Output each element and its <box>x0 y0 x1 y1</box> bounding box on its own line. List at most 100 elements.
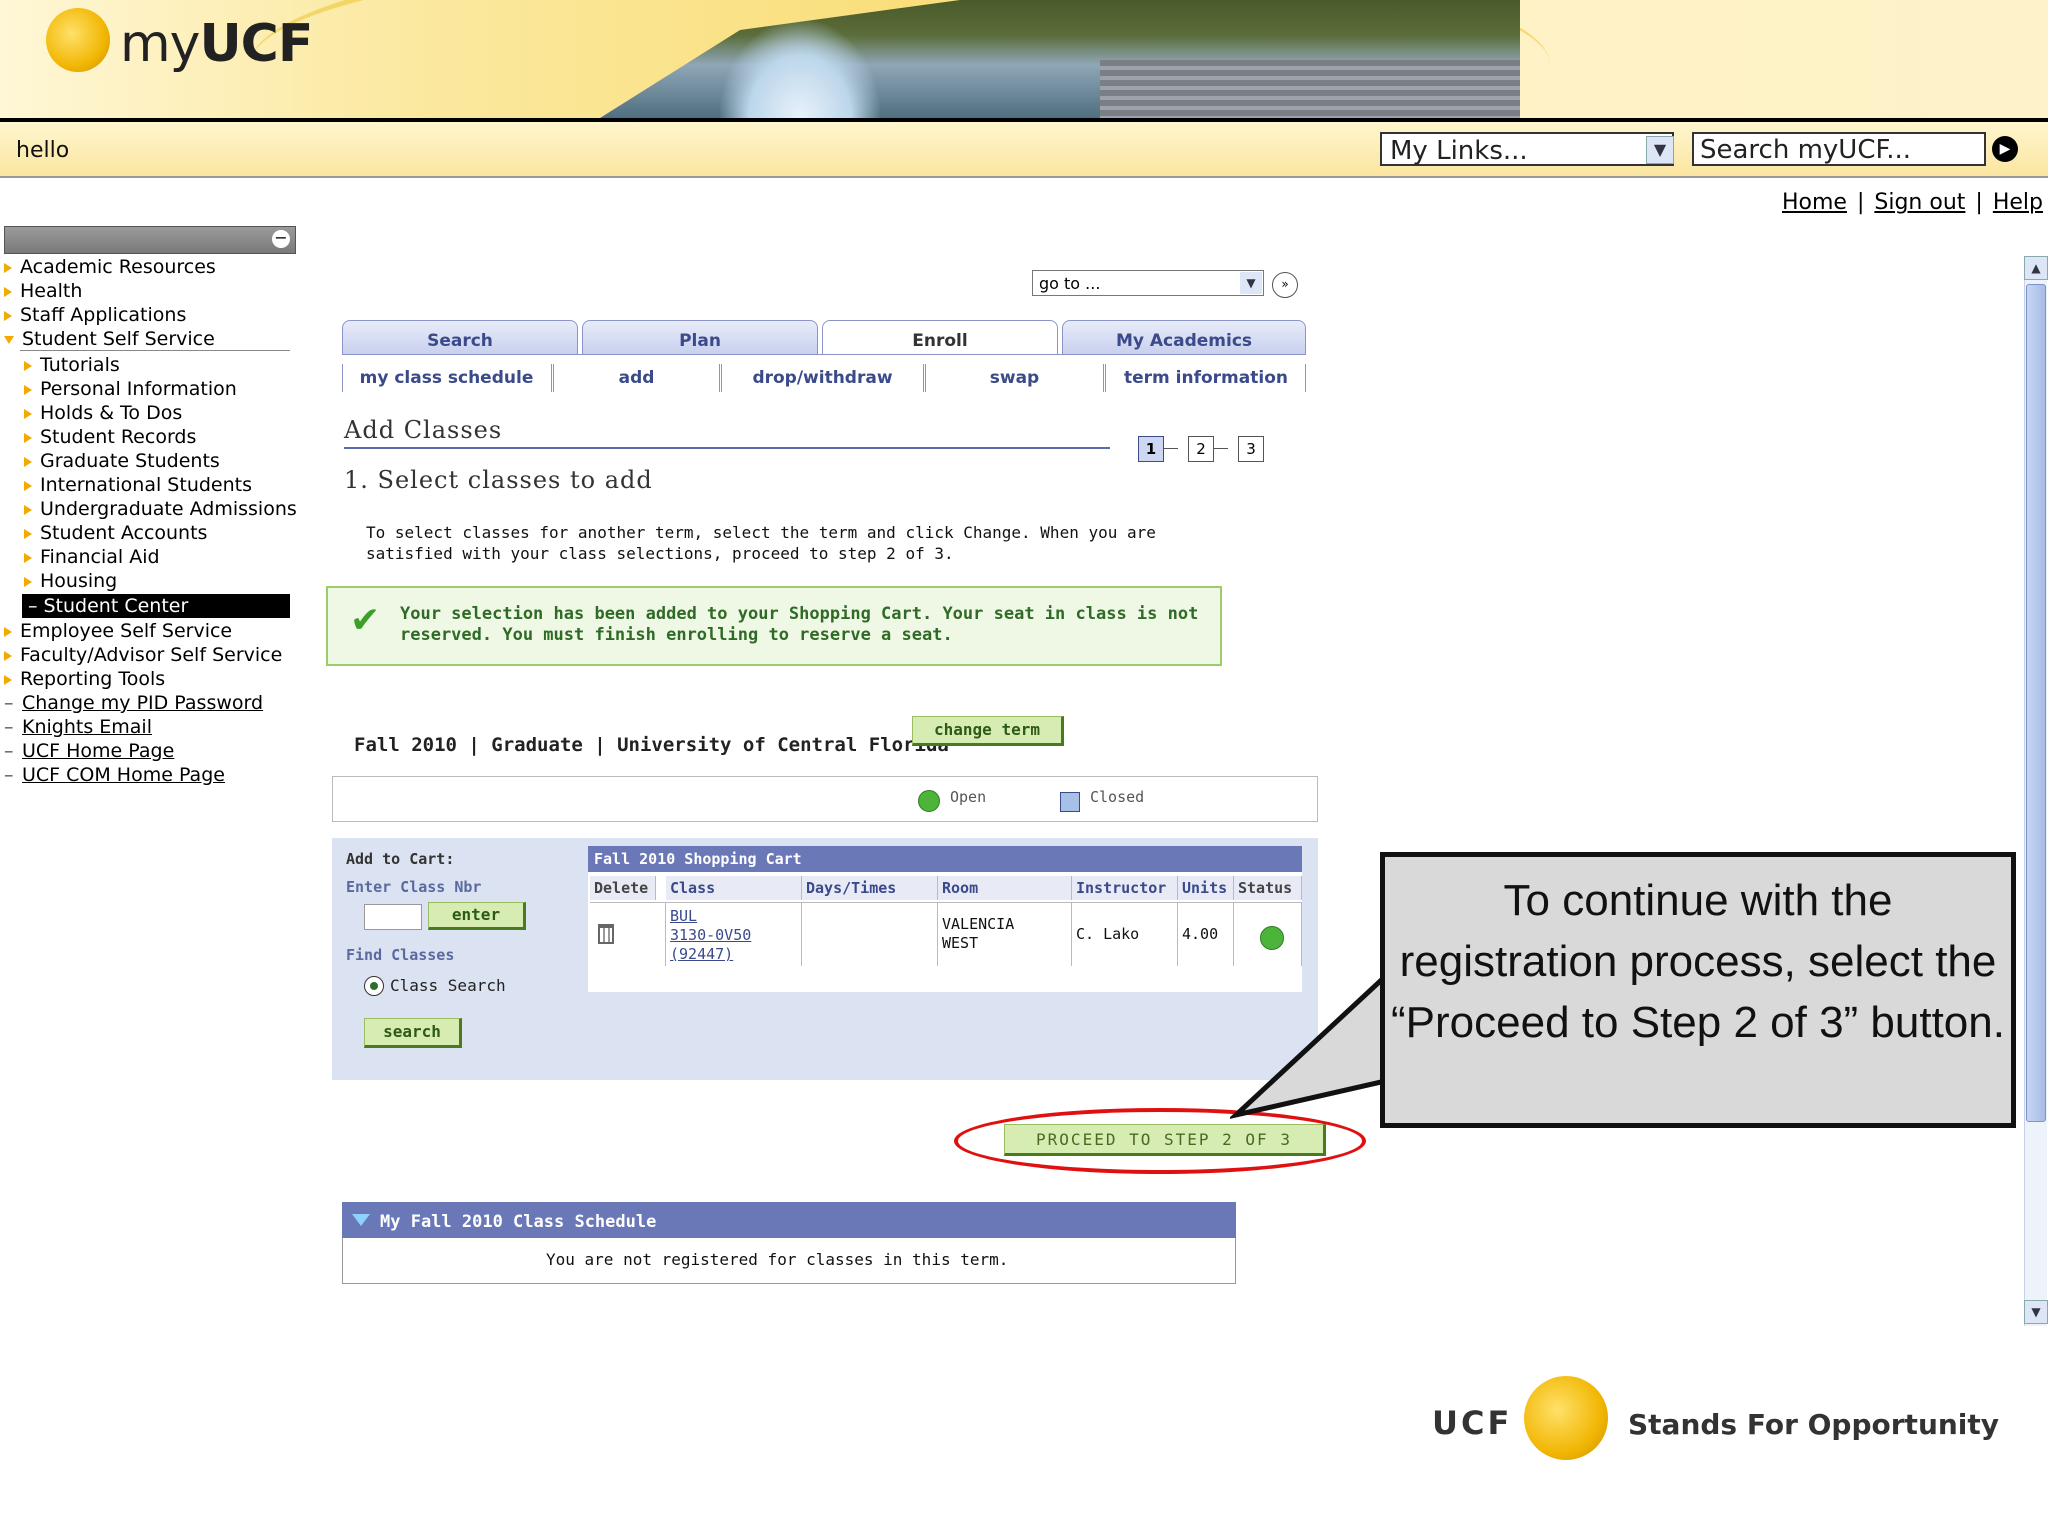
sidebar-item-label: Student Center <box>43 595 189 617</box>
goto-go-icon[interactable]: » <box>1272 272 1298 298</box>
sidebar-item-knights-email[interactable]: – Knights Email <box>4 716 152 738</box>
home-link[interactable]: Home <box>1782 190 1847 215</box>
sidebar-item-academic-resources[interactable]: Academic Resources <box>4 256 216 278</box>
chevron-down-icon[interactable]: ▼ <box>1240 272 1262 294</box>
site-logo[interactable]: myUCF <box>120 14 313 74</box>
legend-open-label: Open <box>950 788 987 806</box>
sidebar-item-change-my-pid-password[interactable]: – Change my PID Password <box>4 692 263 714</box>
sidebar-item-ucf-com-home-page[interactable]: – UCF COM Home Page <box>4 764 225 786</box>
sidebar-item-health[interactable]: Health <box>4 280 82 302</box>
column-header-days-times[interactable]: Days/Times <box>802 876 938 900</box>
column-header-units[interactable]: Units <box>1178 876 1234 900</box>
sidebar-item-label: Health <box>20 280 83 302</box>
sidebar-item-student-records[interactable]: Student Records <box>24 426 196 448</box>
table-cell-class[interactable]: BUL 3130-0V50 (92447) <box>666 902 802 966</box>
footer-ucf-wordmark: UCF <box>1432 1404 1513 1442</box>
class-schedule-message: You are not registered for classes in th… <box>546 1250 1009 1269</box>
sidebar-item-undergraduate-admissions[interactable]: Undergraduate Admissions <box>24 498 297 520</box>
sidebar-item-student-self-service[interactable]: Student Self Service <box>4 328 215 350</box>
column-header-instructor[interactable]: Instructor <box>1072 876 1178 900</box>
chevron-down-icon[interactable]: ▼ <box>1646 136 1674 164</box>
sidebar-item-holds-to-dos[interactable]: Holds & To Dos <box>24 402 182 424</box>
footer-slogan: Stands For Opportunity <box>1628 1408 2000 1441</box>
sidebar-item-financial-aid[interactable]: Financial Aid <box>24 546 160 568</box>
table-cell-instructor: C. Lako <box>1072 902 1178 966</box>
column-header-class[interactable]: Class <box>666 876 802 900</box>
sidebar-item-ucf-home-page[interactable]: – UCF Home Page <box>4 740 174 762</box>
search-input[interactable]: Search myUCF... <box>1692 132 1986 166</box>
step-title: 1. Select classes to add <box>344 466 653 494</box>
folder-arrow-icon <box>24 432 32 443</box>
step-indicator-2: 2 <box>1188 436 1214 462</box>
sidebar-item-international-students[interactable]: International Students <box>24 474 252 496</box>
folder-arrow-icon <box>4 286 12 297</box>
pegasus-logo-icon <box>46 8 110 72</box>
table-cell-room: VALENCIA WEST <box>938 902 1072 966</box>
sidebar-item-faculty-advisor-self-service[interactable]: Faculty/Advisor Self Service <box>4 644 282 666</box>
sidebar-item-label[interactable]: Knights Email <box>22 716 152 738</box>
sidebar-item-label: Undergraduate Admissions <box>40 498 297 520</box>
folder-arrow-icon <box>24 552 32 563</box>
sidebar-item-tutorials[interactable]: Tutorials <box>24 354 120 376</box>
collapse-triangle-icon[interactable] <box>352 1214 370 1226</box>
sidebar-item-staff-applications[interactable]: Staff Applications <box>4 304 186 326</box>
sidebar-item-label[interactable]: UCF COM Home Page <box>22 764 225 786</box>
subtab-drop-withdraw[interactable]: drop/withdraw <box>722 364 926 392</box>
sidebar-item-label: Holds & To Dos <box>40 402 183 424</box>
sidebar-item-housing[interactable]: Housing <box>24 570 117 592</box>
sidebar-item-label: Staff Applications <box>20 304 187 326</box>
tab-my-academics[interactable]: My Academics <box>1062 320 1306 354</box>
subtab-add[interactable]: add <box>554 364 722 392</box>
tab-plan[interactable]: Plan <box>582 320 818 354</box>
trash-icon[interactable] <box>598 924 614 944</box>
search-button[interactable]: search <box>364 1018 462 1048</box>
folder-arrow-icon <box>24 528 32 539</box>
link-dash-icon: – <box>4 716 14 738</box>
scroll-down-icon[interactable]: ▼ <box>2024 1300 2048 1324</box>
my-links-select[interactable]: My Links... <box>1380 132 1674 166</box>
sidebar-item-label[interactable]: UCF Home Page <box>22 740 174 762</box>
sidebar-item-label[interactable]: Change my PID Password <box>22 692 263 714</box>
sidebar-item-label: Reporting Tools <box>20 668 166 690</box>
callout-pointer <box>1230 966 1394 1119</box>
enter-button[interactable]: enter <box>428 902 526 930</box>
tab-search[interactable]: Search <box>342 320 578 354</box>
subtab-swap[interactable]: swap <box>926 364 1106 392</box>
sidebar-item-personal-information[interactable]: Personal Information <box>24 378 237 400</box>
folder-arrow-icon <box>24 504 32 515</box>
success-message: Your selection has been added to your Sh… <box>400 604 1199 645</box>
column-header-status: Status <box>1234 876 1302 900</box>
scrollbar-thumb[interactable] <box>2026 284 2046 1122</box>
search-go-icon[interactable]: ▶ <box>1992 136 2018 162</box>
subtab-term-information[interactable]: term information <box>1106 364 1306 392</box>
step-connector <box>1214 448 1228 449</box>
column-header-room[interactable]: Room <box>938 876 1072 900</box>
column-header-delete: Delete <box>590 876 656 900</box>
open-status-icon <box>1260 926 1284 950</box>
sidebar-divider <box>20 350 290 351</box>
closed-status-icon <box>1060 792 1080 812</box>
folder-open-arrow-icon <box>4 335 14 344</box>
table-cell-units: 4.00 <box>1178 902 1234 966</box>
proceed-to-step-2-button[interactable]: PROCEED TO STEP 2 OF 3 <box>1004 1124 1326 1156</box>
link-dash-icon: – <box>4 740 14 762</box>
sign-out-link[interactable]: Sign out <box>1874 190 1965 215</box>
sidebar-item-student-accounts[interactable]: Student Accounts <box>24 522 207 544</box>
sidebar-item-employee-self-service[interactable]: Employee Self Service <box>4 620 232 642</box>
tab-enroll[interactable]: Enroll <box>822 320 1058 354</box>
collapse-icon[interactable]: − <box>272 230 290 248</box>
folder-arrow-icon <box>24 576 32 587</box>
step-indicator-3: 3 <box>1238 436 1264 462</box>
sidebar-item-reporting-tools[interactable]: Reporting Tools <box>4 668 165 690</box>
class-nbr-input[interactable] <box>364 904 422 930</box>
step-indicator-1: 1 <box>1138 436 1164 462</box>
goto-select[interactable]: go to ... <box>1032 270 1264 296</box>
subtab-my-class-schedule[interactable]: my class schedule <box>342 364 554 392</box>
sidebar-item-graduate-students[interactable]: Graduate Students <box>24 450 220 472</box>
change-term-button[interactable]: change term <box>912 716 1064 746</box>
sidebar-item-student-center[interactable]: – Student Center <box>22 594 290 618</box>
sidebar-item-label: Graduate Students <box>40 450 220 472</box>
folder-arrow-icon <box>24 480 32 491</box>
scroll-up-icon[interactable]: ▲ <box>2024 256 2048 280</box>
help-link[interactable]: Help <box>1993 190 2043 215</box>
